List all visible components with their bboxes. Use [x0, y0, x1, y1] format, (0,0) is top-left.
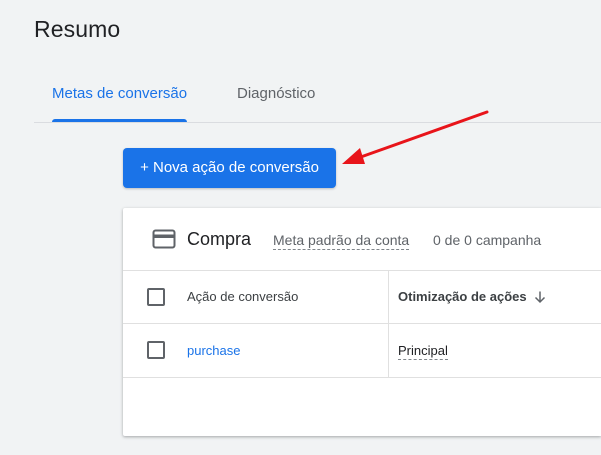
goal-card: Compra Meta padrão da conta 0 de 0 campa… [123, 208, 601, 436]
tab-diagnostics[interactable]: Diagnóstico [237, 74, 315, 122]
action-optimization-value[interactable]: Principal [398, 344, 448, 360]
active-tab-indicator [52, 119, 188, 122]
row-checkbox[interactable] [147, 341, 165, 359]
goal-campaign-count: 0 de 0 campanha [433, 232, 542, 248]
column-divider [388, 323, 389, 377]
annotation-arrow-icon [342, 110, 489, 164]
goal-title: Compra [187, 229, 252, 249]
tab-diagnostics-label: Diagnóstico [237, 85, 316, 102]
column-header-conversion-action[interactable]: Ação de conversão [187, 289, 298, 304]
select-all-checkbox[interactable] [147, 288, 165, 306]
sort-arrow-down-icon[interactable] [533, 290, 547, 304]
column-header-action-optimization[interactable]: Otimização de ações [398, 289, 527, 304]
tab-conversion-goals[interactable]: Metas de conversão [52, 74, 188, 122]
table-row: purchase Principal [123, 323, 601, 378]
new-conversion-action-button[interactable]: + Nova ação de conversão [123, 148, 336, 188]
credit-card-icon [152, 229, 176, 249]
goal-type-label[interactable]: Meta padrão da conta [273, 233, 410, 250]
goal-card-header: Compra Meta padrão da conta 0 de 0 campa… [123, 208, 601, 270]
table-header-row: Ação de conversão Otimização de ações [123, 270, 601, 324]
tab-conversion-goals-label: Metas de conversão [52, 85, 188, 102]
column-divider [388, 271, 389, 323]
tab-bar: Metas de conversão Diagnóstico [34, 74, 601, 123]
page-title: Resumo [34, 16, 121, 42]
conversion-action-link[interactable]: purchase [187, 343, 240, 358]
